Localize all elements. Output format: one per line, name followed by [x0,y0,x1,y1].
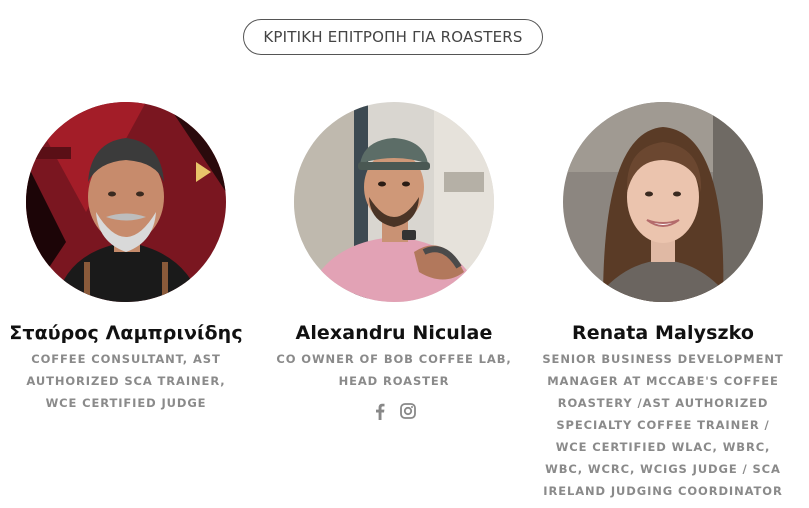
avatar [294,102,494,302]
facebook-icon [376,403,385,420]
judge-name: Renata Malyszko [571,322,755,344]
judge-card: Renata Malyszko Senior Business Developm… [528,102,798,502]
section-title: ΚΡΙΤΙΚΗ ΕΠΙΤΡΟΠΗ ΓΙΑ ROASTERS [263,28,523,46]
social-links [372,402,416,420]
avatar [563,102,763,302]
avatar [26,102,226,302]
judge-role: Senior Business Development Manager at M… [542,352,784,498]
judge-card: Alexandru Niculae Co Owner of Bob Coffee… [259,102,529,420]
judge-card: Σταύρος Λαμπρινίδης Coffee Consultant, A… [0,102,261,414]
judge-role: Co Owner of Bob Coffee Lab, Head Roaster [276,352,512,388]
section-title-badge: ΚΡΙΤΙΚΗ ΕΠΙΤΡΟΠΗ ΓΙΑ ROASTERS [243,19,543,55]
instagram-icon [400,403,416,419]
instagram-link[interactable] [400,402,416,420]
judge-name: Σταύρος Λαμπρινίδης [9,322,243,344]
judge-role: Coffee Consultant, AST Authorized SCA Tr… [26,352,226,410]
judge-name: Alexandru Niculae [295,322,493,344]
facebook-link[interactable] [372,402,388,420]
